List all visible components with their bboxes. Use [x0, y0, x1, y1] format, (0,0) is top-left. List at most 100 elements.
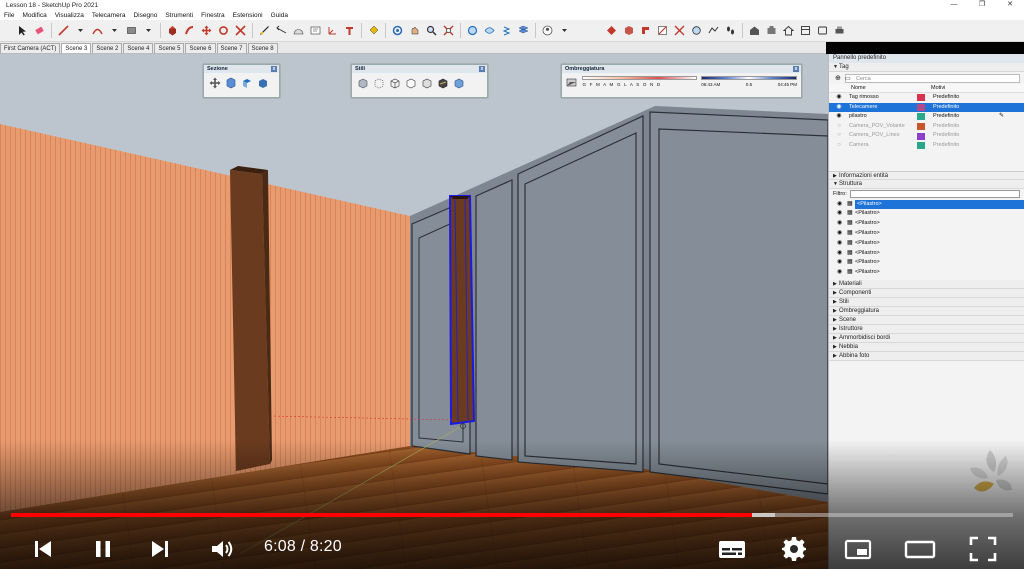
solid-split-icon[interactable]: [672, 23, 687, 38]
dropdown-arrow-icon[interactable]: [141, 23, 156, 38]
visibility-eye-icon[interactable]: ◉: [829, 112, 849, 122]
tag-row[interactable]: ◉ pilastro Predefinito ✎: [829, 112, 1024, 122]
visibility-eye-icon[interactable]: ○: [829, 131, 849, 141]
tag-color-swatch[interactable]: [917, 142, 925, 150]
next-button[interactable]: [147, 536, 173, 562]
visibility-eye-icon[interactable]: ◉: [837, 200, 847, 210]
visibility-eye-icon[interactable]: ○: [829, 122, 849, 132]
dimension-tool-icon[interactable]: [274, 23, 289, 38]
tray-section-header[interactable]: ▶ Nebbia: [829, 342, 1024, 352]
scene-tab-scene-4[interactable]: Scene 4: [123, 43, 154, 53]
scene-tab-scene-7[interactable]: Scene 7: [216, 43, 247, 53]
tape-measure-tool-icon[interactable]: [257, 23, 272, 38]
visibility-eye-icon[interactable]: ◉: [837, 258, 847, 268]
pencil-icon[interactable]: ✎: [999, 112, 1004, 122]
style-builder-icon[interactable]: [815, 23, 830, 38]
protractor-tool-icon[interactable]: [291, 23, 306, 38]
monochrome-style-icon[interactable]: [452, 76, 465, 89]
tag-search-input[interactable]: Cerca: [845, 73, 1020, 83]
stili-close-button[interactable]: x: [479, 66, 485, 72]
outliner-item[interactable]: ◉ ▦ <Pilastro>: [829, 249, 1024, 259]
visibility-eye-icon[interactable]: ◉: [837, 209, 847, 219]
maximize-button[interactable]: ❐: [968, 0, 996, 10]
tray-section-header[interactable]: ▶ Componenti: [829, 288, 1024, 298]
shadow-settings-icon[interactable]: [566, 75, 578, 88]
visibility-eye-icon[interactable]: ○: [829, 141, 849, 151]
month-slider[interactable]: [582, 76, 698, 80]
tag-col-style[interactable]: Motivi: [931, 84, 991, 92]
dropdown-arrow-icon[interactable]: [107, 23, 122, 38]
progress-bar[interactable]: [11, 513, 1013, 517]
menu-disegno[interactable]: Disegno: [129, 12, 161, 19]
3d-text-tool-icon[interactable]: [342, 23, 357, 38]
visibility-eye-icon[interactable]: ◉: [837, 268, 847, 278]
look-around-tool-icon[interactable]: [482, 23, 497, 38]
pan-tool-icon[interactable]: [407, 23, 422, 38]
previous-button[interactable]: [30, 536, 56, 562]
paint-bucket-tool-icon[interactable]: [366, 23, 381, 38]
tag-row[interactable]: ○ Camera_POV_Volante Predefinito: [829, 122, 1024, 132]
text-tool-icon[interactable]: [308, 23, 323, 38]
dropdown-arrow-icon[interactable]: [557, 23, 572, 38]
add-tag-icon[interactable]: ⊕: [835, 74, 841, 82]
tag-color-swatch[interactable]: [917, 103, 925, 111]
footprints-icon[interactable]: [723, 23, 738, 38]
visibility-eye-icon[interactable]: ◉: [837, 219, 847, 229]
visibility-eye-icon[interactable]: ◉: [829, 103, 849, 113]
selected-pillar[interactable]: [448, 195, 476, 426]
rotate-tool-icon[interactable]: [216, 23, 231, 38]
outliner-item[interactable]: ◉ ▦ <Pilastro>: [829, 199, 1024, 210]
dropdown-arrow-icon[interactable]: [73, 23, 88, 38]
push-pull-tool-icon[interactable]: [165, 23, 180, 38]
tag-color-swatch[interactable]: [917, 94, 925, 102]
tag-section-header[interactable]: ▼Tag: [829, 63, 1024, 72]
tag-row[interactable]: ○ Camera_POV_Lines Predefinito: [829, 131, 1024, 141]
tag-col-name[interactable]: Nome: [851, 84, 931, 92]
back-edges-style-icon[interactable]: [372, 76, 385, 89]
outliner-item[interactable]: ◉ ▦ <Pilastro>: [829, 239, 1024, 249]
display-section-fill-icon[interactable]: [256, 76, 269, 89]
scene-tab-scene-5[interactable]: Scene 5: [154, 43, 185, 53]
solid-intersect-icon[interactable]: [689, 23, 704, 38]
menu-estensioni[interactable]: Estensioni: [229, 12, 267, 19]
axes-tool-icon[interactable]: [325, 23, 340, 38]
zoom-extents-tool-icon[interactable]: [441, 23, 456, 38]
visibility-eye-icon[interactable]: ◉: [837, 229, 847, 239]
outliner-item[interactable]: ◉ ▦ <Pilastro>: [829, 219, 1024, 229]
sezione-close-button[interactable]: x: [271, 66, 277, 72]
scene-tab-scene-8[interactable]: Scene 8: [247, 43, 278, 53]
tag-color-swatch[interactable]: [917, 132, 925, 140]
rectangle-tool-icon[interactable]: [124, 23, 139, 38]
extension-warehouse-icon[interactable]: [764, 23, 779, 38]
menu-modifica[interactable]: Modifica: [18, 12, 50, 19]
minimize-button[interactable]: —: [940, 0, 968, 10]
outliner-filter-input[interactable]: [849, 190, 1020, 199]
shaded-textures-style-icon[interactable]: [436, 76, 449, 89]
tag-row[interactable]: ◉ Tag rimosso Predefinito: [829, 93, 1024, 103]
menu-strumenti[interactable]: Strumenti: [161, 12, 197, 19]
visibility-eye-icon[interactable]: ◉: [829, 93, 849, 103]
pause-button[interactable]: [90, 536, 116, 562]
tray-section-header[interactable]: ▶ Abbina foto: [829, 351, 1024, 361]
outliner-item[interactable]: ◉ ▦ <Pilastro>: [829, 209, 1024, 219]
solid-trim-icon[interactable]: [655, 23, 670, 38]
display-section-cuts-icon[interactable]: [240, 76, 253, 89]
fullscreen-button[interactable]: [966, 536, 1000, 562]
hidden-line-style-icon[interactable]: [404, 76, 417, 89]
visibility-eye-icon[interactable]: ◉: [837, 239, 847, 249]
home-icon[interactable]: [781, 23, 796, 38]
tray-section-header[interactable]: ▶ Ombreggiatura: [829, 306, 1024, 316]
move-tool-icon[interactable]: [199, 23, 214, 38]
outliner-item[interactable]: ◉ ▦ <Pilastro>: [829, 268, 1024, 278]
time-slider[interactable]: [701, 76, 797, 80]
arc-tool-icon[interactable]: [90, 23, 105, 38]
menu-visualizza[interactable]: Visualizza: [51, 12, 88, 19]
tray-section-header[interactable]: ▶ Ammorbidisci bordi: [829, 333, 1024, 343]
position-camera-tool-icon[interactable]: [465, 23, 480, 38]
outliner-item[interactable]: ◉ ▦ <Pilastro>: [829, 229, 1024, 239]
visibility-eye-icon[interactable]: ◉: [837, 249, 847, 259]
orbit-tool-icon[interactable]: [390, 23, 405, 38]
solid-subtract-icon[interactable]: [638, 23, 653, 38]
outer-shell-icon[interactable]: [604, 23, 619, 38]
scene-tab-first-camera[interactable]: First Camera (ACT): [0, 43, 61, 53]
